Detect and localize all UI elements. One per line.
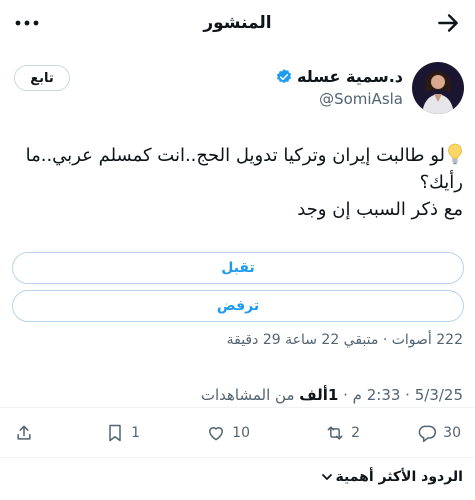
verified-badge-icon [276, 69, 292, 84]
repost-count: 2 [351, 425, 360, 441]
tweet-text: لو طالبت إيران وتركيا تدويل الحج..انت كم… [14, 142, 463, 223]
bookmark-count: 1 [131, 425, 140, 441]
poll-option-reject[interactable]: ترفض [12, 290, 464, 322]
poll-meta: 222 أصوات · متبقي 22 ساعة 29 دقيقة [226, 332, 463, 348]
avatar[interactable] [412, 62, 464, 114]
share-icon [17, 425, 31, 440]
replies-sort-label: الردود الأكثر أهمية [335, 469, 463, 485]
action-bar: 30 2 10 1 [0, 412, 475, 452]
reply-button[interactable]: 30 [417, 422, 461, 444]
post-date: 5/3/25 [414, 386, 463, 404]
poll-option-accept[interactable]: تقبل [12, 252, 464, 284]
like-count: 10 [232, 425, 250, 441]
author-name[interactable]: د.سمية عسله [297, 66, 403, 88]
views-count: 1ألف [299, 386, 339, 404]
heart-icon [209, 427, 224, 441]
page-title: المنشور [203, 13, 272, 33]
author-name-row[interactable]: د.سمية عسله [275, 66, 403, 88]
tweet-line-1-text: لو طالبت إيران وتركيا تدويل الحج..انت كم… [25, 145, 463, 193]
follow-button[interactable]: تابع [14, 65, 70, 91]
more-options-icon[interactable] [14, 14, 40, 32]
bookmark-icon [109, 424, 121, 442]
views-label: من المشاهدات [200, 386, 295, 404]
divider [0, 457, 475, 458]
chevron-down-icon [321, 474, 332, 480]
tweet-line-2: مع ذكر السبب إن وجد [297, 199, 463, 220]
timestamp-row: 5/3/25 · 2:33 م · 1ألف من المشاهدات [200, 386, 463, 404]
back-arrow-icon[interactable] [435, 10, 461, 36]
light-bulb-icon [448, 143, 462, 165]
repost-button[interactable]: 2 [325, 422, 360, 444]
replies-sort-selector[interactable]: الردود الأكثر أهمية [321, 466, 463, 488]
reply-icon [418, 425, 437, 443]
post-time: 2:33 م [352, 386, 401, 404]
share-button[interactable] [14, 422, 34, 444]
like-button[interactable]: 10 [206, 422, 250, 444]
top-bar: المنشور [0, 0, 475, 52]
divider [0, 407, 475, 408]
reply-count: 30 [443, 425, 461, 441]
tweet-line-1: لو طالبت إيران وتركيا تدويل الحج..انت كم… [14, 142, 463, 196]
bookmark-button[interactable]: 1 [105, 422, 140, 444]
author-handle: @SomiAsla [319, 90, 403, 108]
repost-icon [327, 426, 343, 440]
